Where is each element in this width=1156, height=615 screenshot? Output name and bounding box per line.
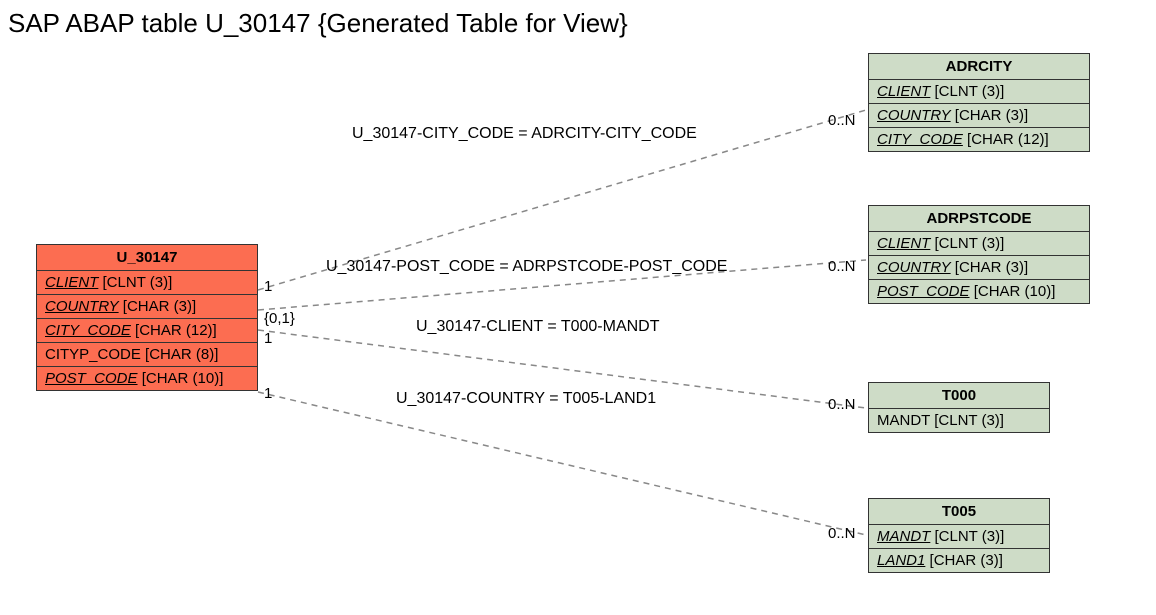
table-adrcity: ADRCITY CLIENT [CLNT (3)] COUNTRY [CHAR … bbox=[868, 53, 1090, 152]
field-row: CLIENT [CLNT (3)] bbox=[869, 80, 1089, 104]
field-row: COUNTRY [CHAR (3)] bbox=[869, 104, 1089, 128]
field-row: POST_CODE [CHAR (10)] bbox=[37, 367, 257, 390]
cardinality-left: 1 bbox=[264, 385, 272, 402]
table-header: U_30147 bbox=[37, 245, 257, 271]
field-row: MANDT [CLNT (3)] bbox=[869, 525, 1049, 549]
field-row: CITYP_CODE [CHAR (8)] bbox=[37, 343, 257, 367]
table-header: T005 bbox=[869, 499, 1049, 525]
field-row: CITY_CODE [CHAR (12)] bbox=[869, 128, 1089, 151]
table-header: T000 bbox=[869, 383, 1049, 409]
field-row: CLIENT [CLNT (3)] bbox=[869, 232, 1089, 256]
page-title: SAP ABAP table U_30147 {Generated Table … bbox=[8, 8, 628, 39]
cardinality-right: 0..N bbox=[828, 112, 856, 129]
cardinality-right: 0..N bbox=[828, 525, 856, 542]
table-t000: T000 MANDT [CLNT (3)] bbox=[868, 382, 1050, 433]
table-adrpstcode: ADRPSTCODE CLIENT [CLNT (3)] COUNTRY [CH… bbox=[868, 205, 1090, 304]
relation-label: U_30147-POST_CODE = ADRPSTCODE-POST_CODE bbox=[326, 258, 727, 276]
field-row: POST_CODE [CHAR (10)] bbox=[869, 280, 1089, 303]
cardinality-left: {0,1} bbox=[264, 310, 295, 327]
relation-label: U_30147-COUNTRY = T005-LAND1 bbox=[396, 390, 656, 408]
cardinality-left: 1 bbox=[264, 330, 272, 347]
table-header: ADRPSTCODE bbox=[869, 206, 1089, 232]
field-row: MANDT [CLNT (3)] bbox=[869, 409, 1049, 432]
relation-label: U_30147-CLIENT = T000-MANDT bbox=[416, 318, 660, 336]
relation-label: U_30147-CITY_CODE = ADRCITY-CITY_CODE bbox=[352, 125, 697, 143]
field-row: COUNTRY [CHAR (3)] bbox=[37, 295, 257, 319]
table-t005: T005 MANDT [CLNT (3)] LAND1 [CHAR (3)] bbox=[868, 498, 1050, 573]
table-header: ADRCITY bbox=[869, 54, 1089, 80]
field-row: LAND1 [CHAR (3)] bbox=[869, 549, 1049, 572]
cardinality-right: 0..N bbox=[828, 396, 856, 413]
table-u30147: U_30147 CLIENT [CLNT (3)] COUNTRY [CHAR … bbox=[36, 244, 258, 391]
field-row: CLIENT [CLNT (3)] bbox=[37, 271, 257, 295]
field-row: CITY_CODE [CHAR (12)] bbox=[37, 319, 257, 343]
field-row: COUNTRY [CHAR (3)] bbox=[869, 256, 1089, 280]
cardinality-right: 0..N bbox=[828, 258, 856, 275]
cardinality-left: 1 bbox=[264, 278, 272, 295]
